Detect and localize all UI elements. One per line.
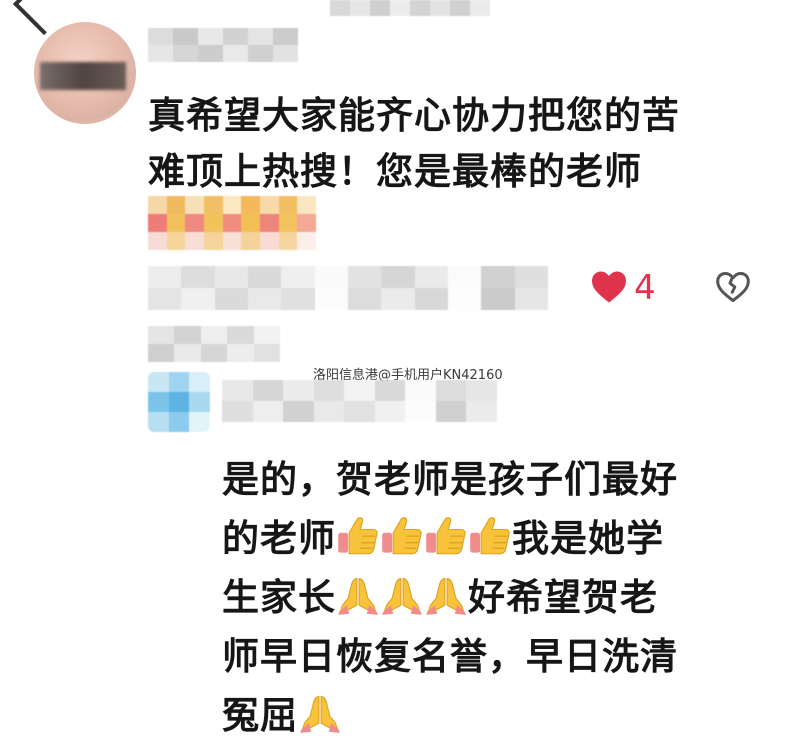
reply-line-4: 师早日恢复名誉，早日洗清 [222, 635, 678, 678]
thumbs-up-icon [426, 517, 466, 555]
folded-hands-icon [426, 578, 466, 615]
reply-line-5-text: 冤屈 [222, 694, 298, 737]
like-count: 4 [634, 268, 656, 308]
reply-line-1: 是的，贺老师是孩子们最好 [222, 458, 678, 501]
reply-line-3-text-a: 生家长 [222, 576, 336, 619]
comment-text: 真希望大家能齐心协力把您的苦 难顶上热搜！您是最棒的老师 [148, 88, 768, 200]
folded-hands-icon [300, 696, 340, 733]
folded-hands-icon [338, 578, 378, 615]
thumbs-up-icon [470, 517, 510, 555]
reply-line-3-text-b: 好希望贺老 [468, 576, 658, 619]
reply-line-2-text-b: 我是她学 [512, 517, 664, 560]
blurred-username [148, 28, 298, 62]
reply-line-3: 生家长 好希望贺老 [222, 568, 762, 627]
blurred-meta-row [148, 266, 548, 310]
reply-blurred-username [222, 380, 497, 422]
thumbs-up-icon [382, 517, 422, 555]
blurred-expand-replies[interactable] [148, 326, 280, 362]
folded-hands-icon [382, 578, 422, 615]
reply-line-5: 冤屈 [222, 686, 762, 745]
broken-heart-icon[interactable] [715, 270, 751, 304]
avatar[interactable] [34, 22, 136, 124]
heart-icon[interactable] [590, 270, 628, 304]
reply-line-2-text-a: 的老师 [222, 517, 336, 560]
blurred-header [330, 0, 490, 16]
comment-line-1: 真希望大家能齐心协力把您的苦 [148, 94, 680, 137]
reply-text: 是的，贺老师是孩子们最好 的老师 我是她学 生家长 好希望贺老 师早日恢复名誉，早日… [222, 450, 762, 745]
thumbs-up-icon [338, 517, 378, 555]
reply-avatar[interactable] [148, 372, 210, 432]
reply-line-2: 的老师 我是她学 [222, 509, 762, 568]
blurred-emoji-row [148, 196, 316, 250]
comment-line-2: 难顶上热搜！您是最棒的老师 [148, 150, 642, 193]
